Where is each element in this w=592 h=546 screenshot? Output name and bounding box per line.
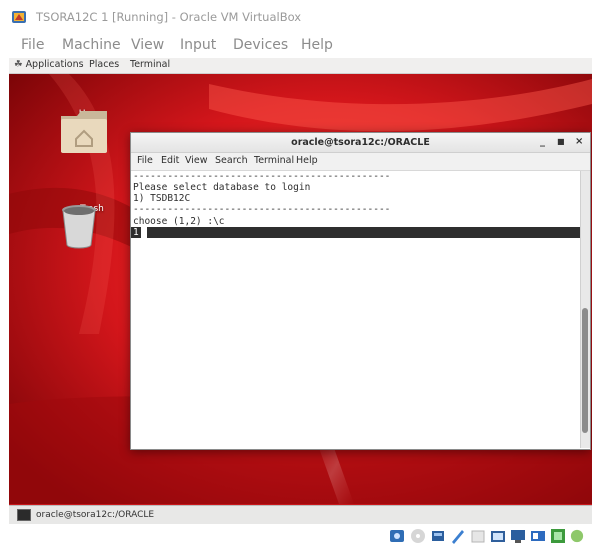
gnome-bottom-panel: oracle@tsora12c:/ORACLE bbox=[9, 505, 592, 524]
virtualbox-app-icon bbox=[12, 11, 26, 23]
terminal-menu-terminal[interactable]: Terminal bbox=[254, 155, 294, 166]
menu-devices[interactable]: Devices bbox=[233, 37, 288, 53]
terminal-menu-edit[interactable]: Edit bbox=[161, 155, 179, 166]
menu-help[interactable]: Help bbox=[301, 37, 333, 53]
terminal-menu-file[interactable]: File bbox=[137, 155, 153, 166]
network-icon[interactable] bbox=[450, 528, 466, 544]
home-folder-icon bbox=[61, 111, 107, 153]
terminal-input-line[interactable]: 1 bbox=[131, 227, 581, 238]
minimize-button[interactable]: _ bbox=[540, 136, 545, 147]
terminal-menu-help[interactable]: Help bbox=[296, 155, 318, 166]
applications-menu[interactable]: ☘ Applications bbox=[14, 59, 84, 70]
menu-file[interactable]: File bbox=[21, 37, 44, 53]
cpu-icon[interactable] bbox=[550, 528, 566, 544]
taskbar-item-label: oracle@tsora12c:/ORACLE bbox=[36, 510, 155, 520]
desktop-icon-home[interactable]: Home bbox=[57, 106, 127, 153]
vbox-titlebar: TSORA12C 1 [Running] - Oracle VM Virtual… bbox=[0, 0, 592, 34]
terminal-titlebar[interactable]: oracle@tsora12c:/ORACLE _ ■ × bbox=[131, 133, 590, 153]
menu-input[interactable]: Input bbox=[180, 37, 216, 53]
places-menu[interactable]: Places bbox=[89, 59, 119, 70]
terminal-line: ----------------------------------------… bbox=[133, 171, 391, 182]
menu-view[interactable]: View bbox=[131, 37, 164, 53]
trash-icon bbox=[62, 205, 96, 249]
vbox-statusbar bbox=[0, 524, 592, 546]
terminal-scrollbar[interactable] bbox=[580, 171, 590, 448]
maximize-button[interactable]: ■ bbox=[557, 137, 565, 146]
window-title: TSORA12C 1 [Running] - Oracle VM Virtual… bbox=[36, 10, 302, 24]
taskbar-terminal-item[interactable]: oracle@tsora12c:/ORACLE bbox=[13, 508, 160, 522]
mouse-integration-icon[interactable] bbox=[570, 528, 584, 544]
terminal-line: ----------------------------------------… bbox=[133, 204, 391, 215]
terminal-menu-view[interactable]: View bbox=[185, 155, 208, 166]
hard-disk-icon[interactable] bbox=[389, 528, 405, 544]
video-capture-icon[interactable] bbox=[530, 528, 546, 544]
close-button[interactable]: × bbox=[575, 136, 583, 147]
text-cursor bbox=[141, 227, 147, 238]
typed-input: 1 bbox=[133, 227, 139, 238]
applications-label: Applications bbox=[25, 59, 84, 70]
vbox-menubar: File Machine View Input Devices Help bbox=[0, 34, 592, 58]
terminal-icon bbox=[17, 509, 31, 521]
display-icon[interactable] bbox=[510, 528, 526, 544]
terminal-output[interactable]: ----------------------------------------… bbox=[131, 171, 581, 448]
terminal-title: oracle@tsora12c:/ORACLE bbox=[291, 137, 430, 148]
desktop-icon-trash[interactable]: Trash bbox=[57, 201, 127, 249]
terminal-window[interactable]: oracle@tsora12c:/ORACLE _ ■ × File Edit … bbox=[130, 132, 591, 450]
gnome-top-panel: ☘ Applications Places Terminal bbox=[9, 58, 592, 74]
audio-icon[interactable] bbox=[430, 528, 446, 544]
menu-machine[interactable]: Machine bbox=[62, 37, 121, 53]
terminal-line: 1) TSDB12C bbox=[133, 193, 191, 204]
terminal-launcher[interactable]: Terminal bbox=[130, 59, 170, 70]
usb-icon[interactable] bbox=[470, 528, 486, 544]
shared-folders-icon[interactable] bbox=[490, 528, 506, 544]
scrollbar-thumb[interactable] bbox=[582, 308, 588, 433]
terminal-line: choose (1,2) :\c bbox=[133, 216, 225, 227]
gnome-foot-icon: ☘ bbox=[14, 59, 23, 70]
terminal-line: Please select database to login bbox=[133, 182, 311, 193]
desktop-background[interactable]: Home Trash oracle@tsora12c:/ORACLE _ ■ ×… bbox=[9, 74, 592, 504]
terminal-menu-search[interactable]: Search bbox=[215, 155, 248, 166]
guest-screen[interactable]: ☘ Applications Places Terminal oracle@ts… bbox=[9, 58, 592, 524]
optical-drive-icon[interactable] bbox=[410, 528, 426, 544]
terminal-menubar: File Edit View Search Terminal Help bbox=[131, 153, 590, 171]
